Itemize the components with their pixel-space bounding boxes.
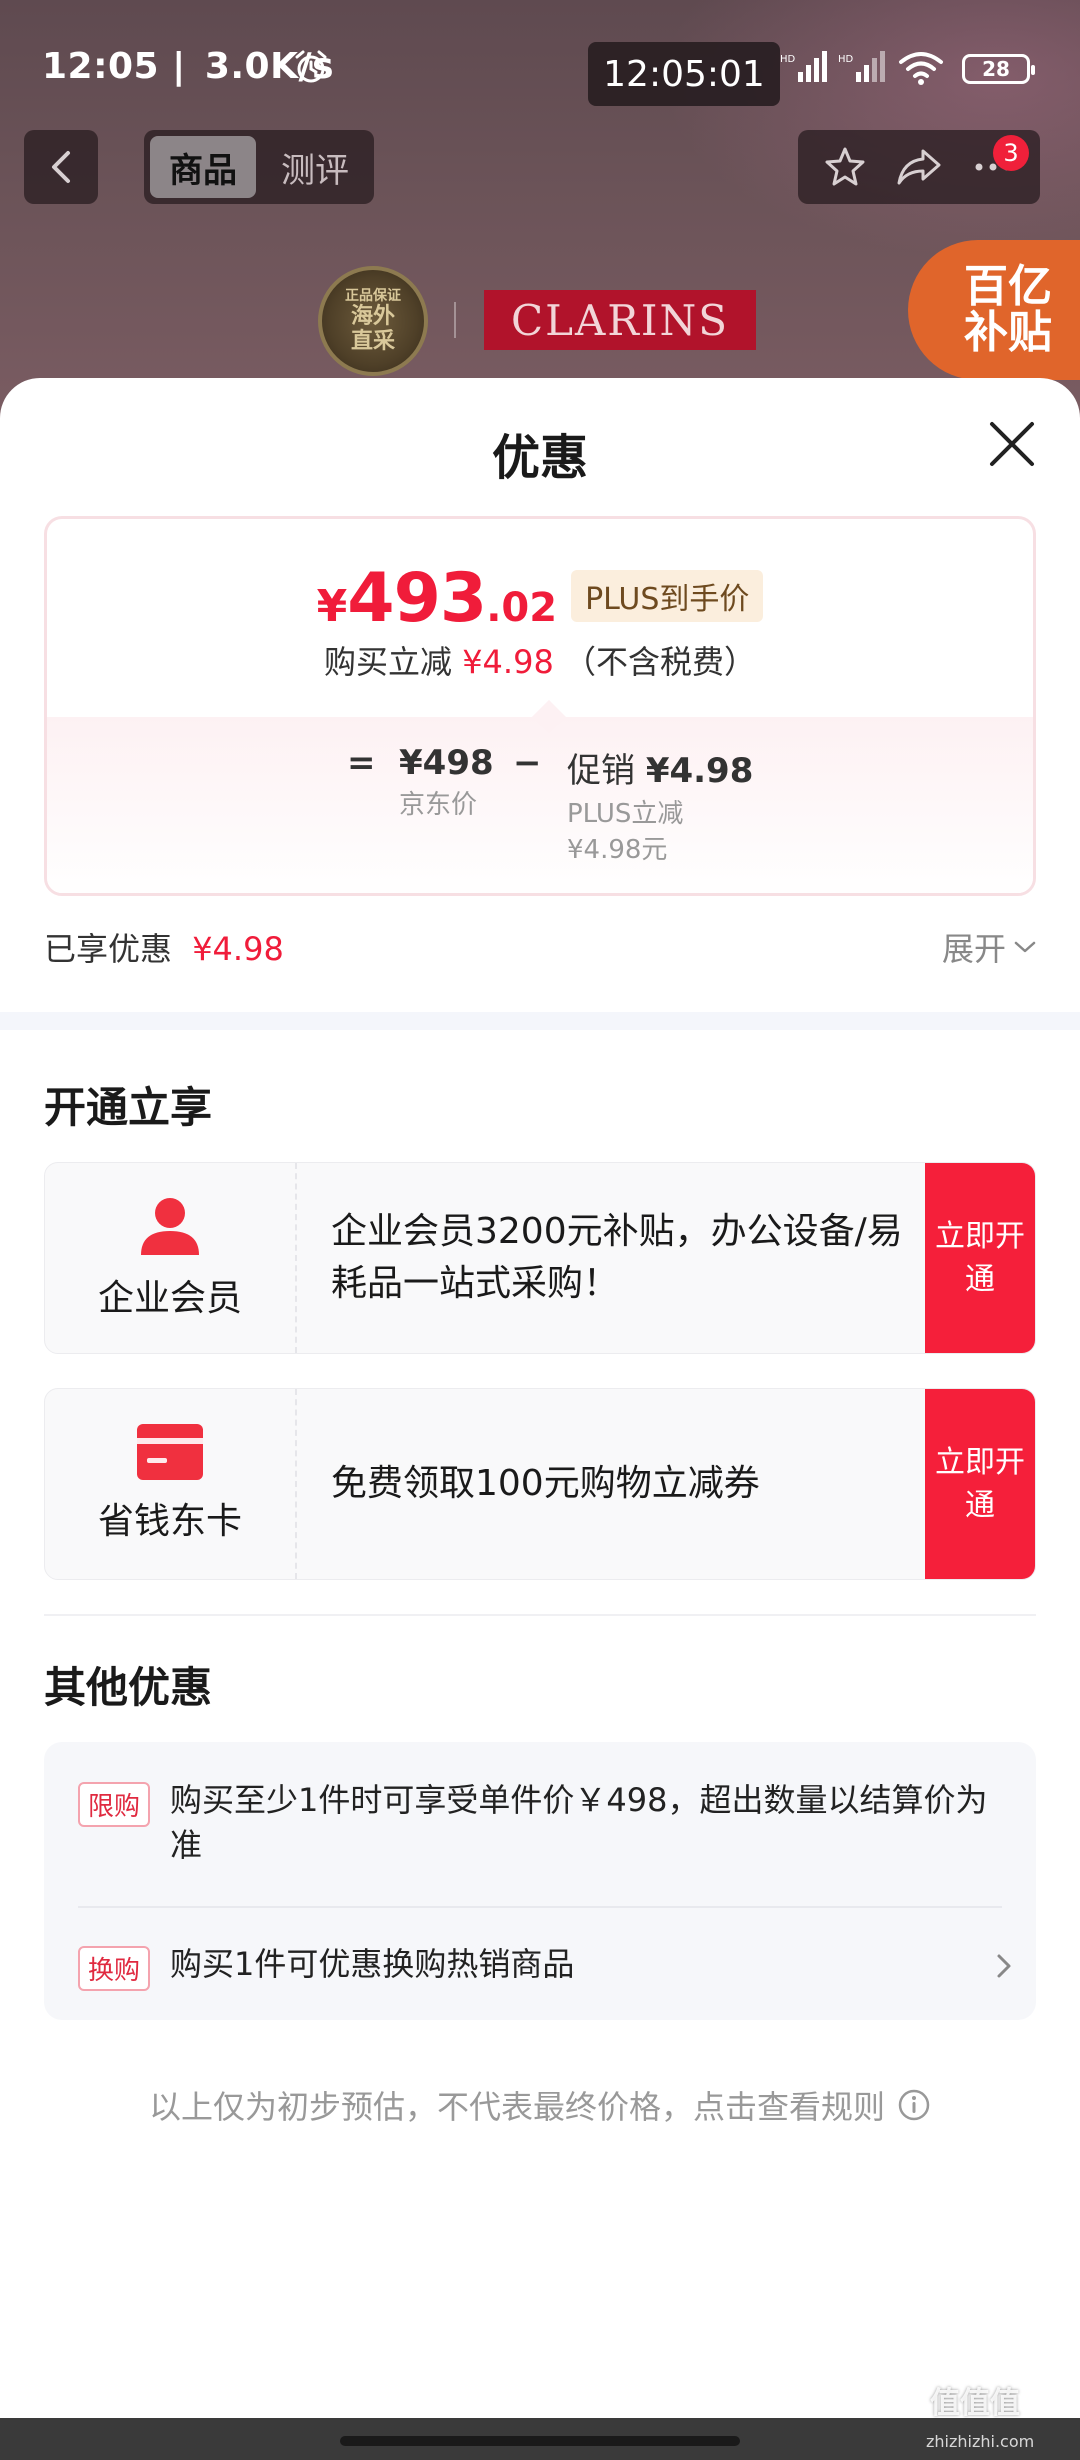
offer-card-enterprise[interactable]: 企业会员 企业会员3200元补贴，办公设备/易耗品一站式采购！ 立即开通 <box>44 1162 1036 1354</box>
jd-price-value: ¥498 <box>399 743 494 783</box>
plus-reduce-label: PLUS立减 <box>567 799 684 829</box>
enjoyed-label: 已享优惠 <box>44 930 173 968</box>
expand-button[interactable]: 展开 <box>942 924 1036 970</box>
plus-price-tag: PLUS到手价 <box>571 570 764 622</box>
chevron-right-icon <box>997 1954 1011 1978</box>
offer-description: 免费领取100元购物立减券 <box>331 1462 760 1504</box>
final-price: ¥ 493 .02 PLUS到手价 <box>47 559 1033 638</box>
enjoyed-value: ¥4.98 <box>192 930 284 968</box>
star-icon <box>825 147 865 186</box>
open-section-title: 开通立享 <box>44 1083 213 1132</box>
back-icon <box>52 151 70 183</box>
signal-icon: HD <box>780 51 827 82</box>
alarm-icon <box>295 50 327 83</box>
status-time: 12:05 <box>42 46 160 87</box>
floating-clock: 12:05:01 <box>588 42 780 106</box>
price-summary: ¥ 493 .02 PLUS到手价 购买立减 ¥4.98 （不含税费） <box>47 519 1033 717</box>
offer-description: 企业会员3200元补贴，办公设备/易耗品一站式采购！ <box>331 1210 903 1304</box>
subsidy-line1: 百亿 <box>964 260 1052 312</box>
status-time-speed: 12:05 | 3.0K/s <box>42 46 335 87</box>
share-button[interactable] <box>895 143 943 191</box>
other-offer-divider <box>78 1906 1002 1908</box>
close-icon[interactable] <box>984 416 1040 472</box>
info-icon <box>898 2089 930 2121</box>
brand-logo: CLARINS <box>484 290 756 350</box>
wifi-icon <box>899 52 943 85</box>
reduce-value: ¥4.98 <box>462 643 554 681</box>
offer-text: 购买1件可优惠换购热销商品 <box>170 1945 575 1983</box>
more-button[interactable]: 3 <box>969 135 1029 191</box>
jd-price-block: ¥498 京东价 <box>399 743 494 823</box>
jd-price-label: 京东价 <box>399 790 478 820</box>
promo-label: 促销 <box>567 751 635 791</box>
offer-text: 购买至少1件时可享受单件价￥498，超出数量以结算价为准 <box>170 1781 988 1864</box>
formula-equals: = <box>347 743 376 783</box>
price-decimal: .02 <box>486 585 558 631</box>
product-nav-row: 商品 测评 3 <box>0 130 1080 210</box>
formula-minus: − <box>513 743 542 783</box>
subsidy-line2: 补贴 <box>964 307 1052 358</box>
plus-reduce-value: ¥4.98元 <box>567 835 668 866</box>
back-button[interactable] <box>24 130 98 204</box>
price-integer: 493 <box>347 559 487 638</box>
subsidy-badge: 百亿 补贴 <box>908 240 1080 380</box>
favorite-button[interactable] <box>821 143 869 191</box>
promo-value: ¥4.98 <box>645 751 754 791</box>
expand-label: 展开 <box>941 930 1006 968</box>
footnote-text: 以上仅为初步预估，不代表最终价格，点击查看规则 <box>148 2088 885 2126</box>
enjoyed-discount-row: 已享优惠 ¥4.98 展开 <box>44 924 1036 974</box>
rules-footnote[interactable]: 以上仅为初步预估，不代表最终价格，点击查看规则 <box>0 2082 1080 2128</box>
notification-badge: 3 <box>993 135 1029 171</box>
price-card: ¥ 493 .02 PLUS到手价 购买立减 ¥4.98 （不含税费） = ¥4… <box>44 516 1036 896</box>
card-icon <box>137 1424 203 1480</box>
sheet-title: 优惠 <box>491 430 588 486</box>
tab-review[interactable]: 测评 <box>262 136 368 198</box>
home-indicator[interactable] <box>340 2436 740 2446</box>
nav-actions: 3 <box>798 130 1040 204</box>
offer-tag: 限购 <box>78 1782 151 1827</box>
seal-line1: 海外 <box>350 303 395 329</box>
offer-tag: 换购 <box>78 1946 151 1991</box>
price-formula: = ¥498 京东价 − 促销 ¥4.98 PLUS立减 ¥4.98元 <box>47 743 1033 883</box>
offer-name: 企业会员 <box>97 1278 242 1319</box>
reduce-line: 购买立减 ¥4.98 （不含税费） <box>47 637 1033 683</box>
person-icon <box>141 1198 199 1255</box>
signal-icon: HD <box>838 51 885 82</box>
product-tabs: 商品 测评 <box>144 130 374 204</box>
offer-card-left: 企业会员 <box>45 1163 297 1353</box>
price-formula-area: = ¥498 京东价 − 促销 ¥4.98 PLUS立减 ¥4.98元 <box>47 717 1033 893</box>
brand-divider <box>454 302 456 338</box>
promo-block: 促销 ¥4.98 PLUS立减 ¥4.98元 <box>567 743 753 869</box>
section-gap <box>0 1012 1080 1030</box>
chevron-down-icon <box>1014 941 1036 953</box>
site-watermark: 值值值 <box>930 2386 1020 2421</box>
other-section-title: 其他优惠 <box>44 1663 213 1712</box>
svg-text:HD: HD <box>838 54 854 65</box>
reduce-prefix: 购买立减 <box>324 643 453 681</box>
seal-line2: 直采 <box>350 329 395 355</box>
authentic-seal: 正品保证 海外 直采 <box>318 266 428 376</box>
section-divider <box>44 1614 1036 1616</box>
tab-product[interactable]: 商品 <box>150 136 256 198</box>
offer-card-left: 省钱东卡 <box>45 1389 297 1579</box>
activate-button[interactable]: 立即开通 <box>925 1389 1035 1579</box>
offer-name: 省钱东卡 <box>97 1501 242 1542</box>
seal-top-text: 正品保证 <box>345 287 401 304</box>
discount-sheet: 优惠 ¥ 493 .02 PLUS到手价 购买立减 ¥4.98 （不含税费） =… <box>0 378 1080 2420</box>
other-offers-box: 限购 购买至少1件时可享受单件价￥498，超出数量以结算价为准 换购 购买1件可… <box>44 1742 1036 2020</box>
activate-button[interactable]: 立即开通 <box>925 1163 1035 1353</box>
yen-symbol: ¥ <box>316 581 348 632</box>
share-icon <box>897 149 941 185</box>
status-bar: 12:05 | 3.0K/s 12:05:01 HD HD 28 <box>0 0 1080 130</box>
battery-indicator: 28 <box>962 54 1035 84</box>
reduce-suffix: （不含税费） <box>563 643 756 681</box>
offer-card-savings[interactable]: 省钱东卡 免费领取100元购物立减券 立即开通 <box>44 1388 1036 1580</box>
svg-text:HD: HD <box>780 54 796 65</box>
brand-row: 正品保证 海外 直采 CLARINS 百亿 补贴 <box>0 240 1080 380</box>
site-url-watermark: zhizhizhi.com <box>926 2432 1035 2451</box>
